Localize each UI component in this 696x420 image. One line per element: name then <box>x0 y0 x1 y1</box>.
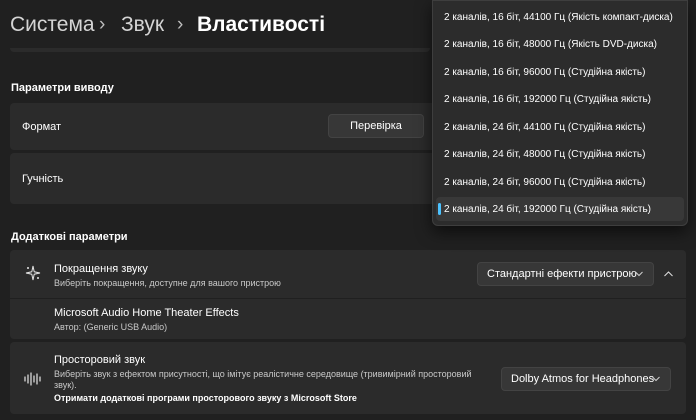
spatial-title: Просторовий звук <box>54 354 146 366</box>
volume-label: Гучність <box>22 173 64 185</box>
previous-card-edge <box>10 48 430 52</box>
format-option[interactable]: 2 каналів, 16 біт, 48000 Гц (Якість DVD-… <box>436 32 684 56</box>
format-option[interactable]: 2 каналів, 24 біт, 44100 Гц (Студійна як… <box>436 115 684 139</box>
store-link[interactable]: Отримати додаткові програми просторового… <box>54 393 357 403</box>
spatial-card: Просторовий звук Виберіть звук з ефектом… <box>10 342 686 414</box>
chevron-down-icon <box>652 376 660 382</box>
effect-card: Microsoft Audio Home Theater Effects Авт… <box>10 299 686 339</box>
spatial-select[interactable]: Dolby Atmos for Headphones <box>501 367 671 391</box>
format-option[interactable]: 2 каналів, 16 біт, 192000 Гц (Студійна я… <box>436 87 684 111</box>
enhancement-title: Покращення звуку <box>54 263 148 275</box>
page-title: Властивості <box>197 13 326 36</box>
format-dropdown: 2 каналів, 16 біт, 44100 Гц (Якість комп… <box>432 0 688 226</box>
format-option[interactable]: 2 каналів, 24 біт, 96000 Гц (Студійна як… <box>436 170 684 194</box>
spatial-description-cont: звук). <box>54 380 77 390</box>
format-option[interactable]: 2 каналів, 16 біт, 44100 Гц (Якість комп… <box>436 5 684 29</box>
breadcrumb-separator: › <box>99 14 106 35</box>
spatial-description: Виберіть звук з ефектом присутності, що … <box>54 369 472 379</box>
enhancement-select[interactable]: Стандартні ефекти пристрою <box>477 262 654 286</box>
format-label: Формат <box>22 121 62 133</box>
effect-title: Microsoft Audio Home Theater Effects <box>54 307 239 319</box>
breadcrumb-item-sound[interactable]: Звук <box>121 11 164 39</box>
enhancement-card: Покращення звуку Виберіть покращення, до… <box>10 250 686 298</box>
format-option[interactable]: 2 каналів, 24 біт, 48000 Гц (Студійна як… <box>436 142 684 166</box>
enhancement-subtitle: Виберіть покращення, доступне для вашого… <box>54 278 281 288</box>
section-title-output: Параметри виводу <box>11 82 114 94</box>
spatial-select-value: Dolby Atmos for Headphones <box>511 373 655 385</box>
section-title-additional: Додаткові параметри <box>11 231 128 243</box>
chevron-up-icon <box>663 271 673 277</box>
chevron-down-icon <box>635 271 643 277</box>
test-button[interactable]: Перевірка <box>328 114 424 138</box>
enhancement-select-value: Стандартні ефекти пристрою <box>487 268 637 280</box>
breadcrumb-item-system[interactable]: Система <box>10 11 95 39</box>
sparkle-icon <box>25 265 41 281</box>
collapse-button[interactable] <box>658 262 678 286</box>
format-option[interactable]: 2 каналів, 16 біт, 96000 Гц (Студійна як… <box>436 60 684 84</box>
effect-author: Автор: (Generic USB Audio) <box>54 322 168 332</box>
spatial-audio-icon <box>24 372 42 386</box>
format-option-selected[interactable]: 2 каналів, 24 біт, 192000 Гц (Студійна я… <box>436 197 684 221</box>
breadcrumb-separator: › <box>177 14 184 35</box>
